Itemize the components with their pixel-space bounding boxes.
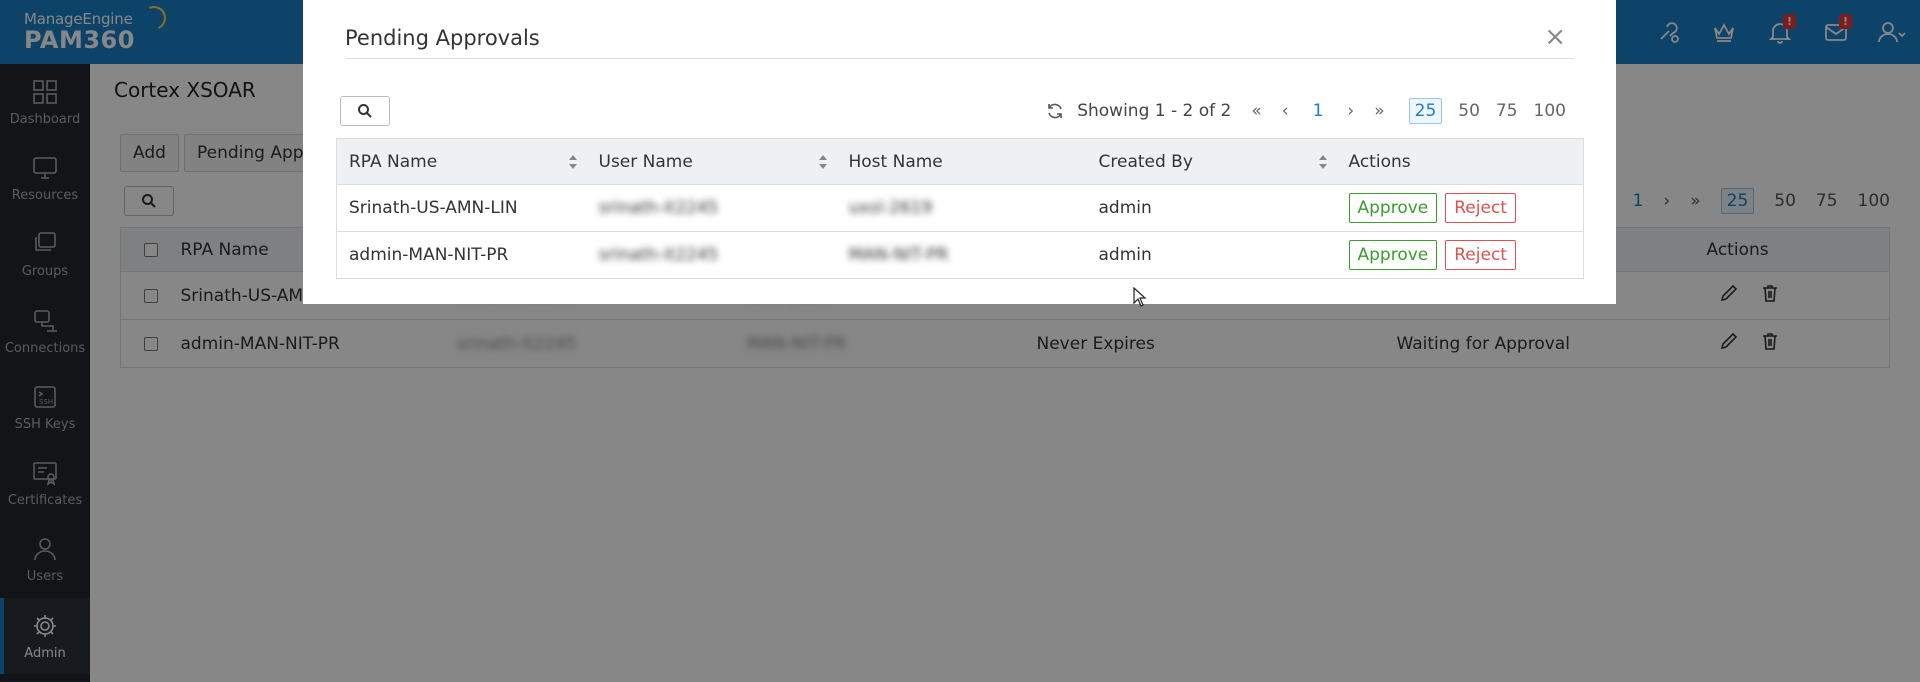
- rpa-name-cell: admin-MAN-NIT-PR: [336, 231, 587, 279]
- col-label: RPA Name: [349, 151, 438, 172]
- dialog-divider: [345, 58, 1574, 59]
- dialog-pager: Showing 1 - 2 of 2 « ‹ 1 › » 25 50 75 10…: [1045, 98, 1566, 124]
- sort-icon[interactable]: [818, 155, 827, 169]
- approve-button[interactable]: Approve: [1348, 240, 1438, 270]
- pending-approvals-dialog: Pending Approvals × Showing 1 - 2 of 2 «…: [303, 0, 1616, 304]
- rpa-name-cell: Srinath-US-AMN-LIN: [336, 184, 587, 232]
- close-icon[interactable]: ×: [1544, 24, 1566, 50]
- col-rpa-name[interactable]: RPA Name: [336, 138, 587, 185]
- table-row: admin-MAN-NIT-PR srinath-it2245 MAN-NIT-…: [336, 231, 1584, 279]
- created-by-cell: admin: [1086, 231, 1337, 279]
- actions-cell: Approve Reject: [1336, 184, 1584, 232]
- page-size-25[interactable]: 25: [1408, 98, 1443, 124]
- first-page-icon[interactable]: «: [1251, 101, 1261, 121]
- user-name-cell: srinath-it2245: [586, 184, 837, 232]
- last-page-icon[interactable]: »: [1374, 101, 1384, 121]
- refresh-icon[interactable]: [1045, 101, 1065, 121]
- page-size-100[interactable]: 100: [1534, 101, 1566, 121]
- user-name-cell: srinath-it2245: [586, 231, 837, 279]
- col-actions: Actions: [1336, 138, 1584, 185]
- col-label: Host Name: [848, 151, 943, 172]
- host-name-cell: MAN-NIT-PR: [836, 231, 1087, 279]
- pending-approvals-table: RPA Name User Name Host Name Created By …: [336, 138, 1584, 279]
- search-icon: [358, 104, 372, 118]
- col-label: Actions: [1348, 151, 1411, 172]
- approve-button[interactable]: Approve: [1348, 193, 1438, 223]
- dialog-search-button[interactable]: [340, 96, 390, 126]
- actions-cell: Approve Reject: [1336, 231, 1584, 279]
- page-size-75[interactable]: 75: [1496, 101, 1518, 121]
- dialog-title: Pending Approvals: [345, 26, 540, 50]
- col-created-by[interactable]: Created By: [1086, 138, 1337, 185]
- created-by-cell: admin: [1086, 184, 1337, 232]
- showing-count: Showing 1 - 2 of 2: [1077, 101, 1232, 121]
- page-number[interactable]: 1: [1313, 101, 1324, 121]
- prev-page-icon[interactable]: ‹: [1282, 101, 1289, 121]
- col-label: User Name: [598, 151, 693, 172]
- host-name-cell: uxsl-2619: [836, 184, 1087, 232]
- table-row: Srinath-US-AMN-LIN srinath-it2245 uxsl-2…: [336, 184, 1584, 232]
- table-header: RPA Name User Name Host Name Created By …: [336, 138, 1584, 185]
- page-size-50[interactable]: 50: [1458, 101, 1480, 121]
- sort-icon[interactable]: [568, 155, 577, 169]
- sort-icon[interactable]: [1318, 155, 1327, 169]
- col-host-name: Host Name: [836, 138, 1087, 185]
- next-page-icon[interactable]: ›: [1347, 101, 1354, 121]
- col-user-name[interactable]: User Name: [586, 138, 837, 185]
- reject-button[interactable]: Reject: [1445, 240, 1516, 270]
- mouse-cursor-icon: [1133, 287, 1147, 307]
- col-label: Created By: [1098, 151, 1193, 172]
- reject-button[interactable]: Reject: [1445, 193, 1516, 223]
